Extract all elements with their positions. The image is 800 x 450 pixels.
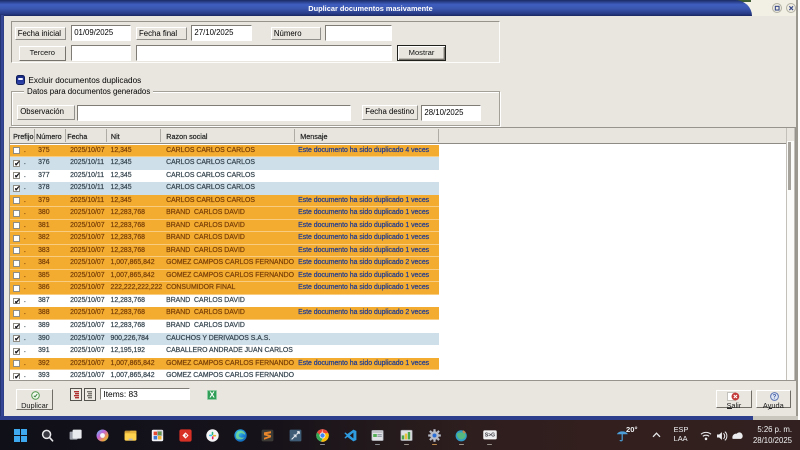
svg-text:S>G: S>G <box>485 432 495 438</box>
